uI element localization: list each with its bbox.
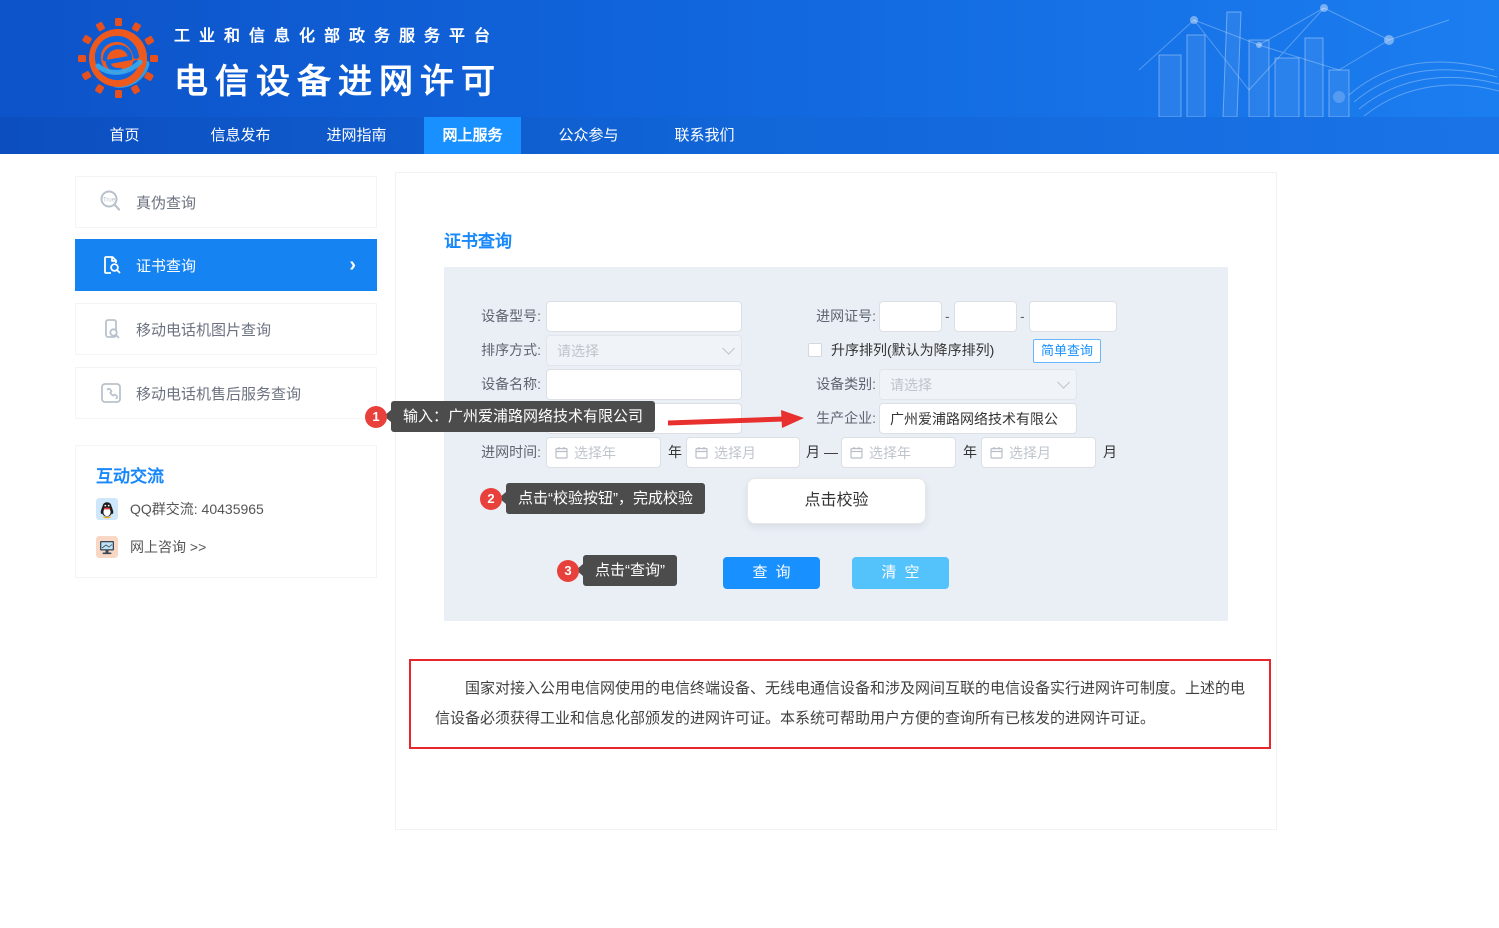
page: 工业和信息化部政务服务平台 电信设备进网许可 [0, 0, 1499, 928]
manufacturer-input[interactable] [879, 403, 1077, 434]
sidebar-item-certificate-query[interactable]: 证书查询 › [75, 239, 377, 291]
device-model-label: 设备型号: [444, 301, 541, 332]
nav-item-contact[interactable]: 联系我们 [656, 117, 753, 154]
start-month-picker[interactable]: 选择月 [686, 437, 800, 468]
end-month-placeholder: 选择月 [1009, 443, 1051, 463]
header-titles: 工业和信息化部政务服务平台 电信设备进网许可 [174, 22, 502, 103]
step-1-tooltip: 输入：广州爱浦路网络技术有限公司 [391, 401, 655, 432]
license-no-part2-input[interactable] [954, 301, 1017, 332]
device-type-placeholder: 请选择 [890, 375, 1057, 395]
header-skyline-decoration [1099, 0, 1499, 117]
license-notice-text: 国家对接入公用电信网使用的电信终端设备、无线电通信设备和涉及网间互联的电信设备实… [409, 659, 1271, 749]
chevron-right-icon: › [349, 255, 356, 275]
license-no-part3-input[interactable] [1029, 301, 1117, 332]
start-year-placeholder: 选择年 [574, 443, 616, 463]
calendar-icon [695, 446, 708, 459]
step-1-arrow-icon [664, 404, 806, 434]
form-title: 证书查询 [444, 227, 512, 252]
online-consult-link[interactable]: 网上咨询 >> [96, 536, 206, 558]
site-logo-icon [78, 18, 158, 98]
interaction-panel: 互动交流 QQ群交流: 40435965 [75, 445, 377, 578]
sidebar-item-phone-image-query[interactable]: 移动电话机图片查询 [75, 303, 377, 355]
device-model-input[interactable] [546, 301, 742, 332]
sidebar-item-label: 真伪查询 [136, 192, 196, 213]
ascending-checkbox[interactable] [808, 343, 822, 357]
online-consult-label: 网上咨询 >> [130, 537, 206, 557]
range-dash: — [824, 437, 838, 468]
sort-select[interactable]: 请选择 [546, 335, 742, 366]
step-2-badge: 2 [480, 488, 502, 510]
license-no-part1-input[interactable] [879, 301, 942, 332]
calendar-icon [990, 446, 1003, 459]
end-year-picker[interactable]: 选择年 [841, 437, 956, 468]
month-suffix: 月 [1103, 437, 1117, 468]
step-1-badge: 1 [365, 406, 387, 428]
nav-item-public[interactable]: 公众参与 [540, 117, 637, 154]
chevron-down-icon [722, 342, 735, 355]
qq-icon [96, 498, 118, 520]
year-suffix: 年 [963, 437, 977, 468]
device-type-select[interactable]: 请选择 [879, 369, 1077, 400]
sidebar-item-label: 证书查询 [136, 255, 196, 276]
network-date-label: 进网时间: [444, 437, 541, 468]
step-3-badge: 3 [557, 560, 579, 582]
interaction-title: 互动交流 [96, 462, 164, 487]
end-year-placeholder: 选择年 [869, 443, 911, 463]
header-banner: 工业和信息化部政务服务平台 电信设备进网许可 [0, 0, 1499, 117]
captcha-verify-button[interactable]: 点击校验 [747, 478, 926, 524]
cert-search-icon [98, 252, 124, 278]
calendar-icon [555, 446, 568, 459]
clear-button[interactable]: 清空 [852, 557, 949, 589]
nav-item-home[interactable]: 首页 [76, 117, 173, 154]
year-suffix: 年 [668, 437, 682, 468]
month-suffix: 月 [806, 437, 820, 468]
sidebar-item-label: 移动电话机售后服务查询 [136, 383, 301, 404]
sidebar-item-phone-service-query[interactable]: 移动电话机售后服务查询 [75, 367, 377, 419]
platform-title: 工业和信息化部政务服务平台 [174, 22, 502, 46]
calendar-icon [850, 446, 863, 459]
monitor-icon [96, 536, 118, 558]
ascending-label: 升序排列(默认为降序排列) [831, 335, 994, 366]
end-month-picker[interactable]: 选择月 [981, 437, 1096, 468]
start-month-placeholder: 选择月 [714, 443, 756, 463]
qq-group-link[interactable]: QQ群交流: 40435965 [96, 498, 264, 520]
license-dash: - [1020, 301, 1025, 332]
main-nav: 首页 信息发布 进网指南 网上服务 公众参与 联系我们 [0, 117, 1499, 154]
sidebar-item-authenticity-query[interactable]: True 真伪查询 [75, 176, 377, 228]
svg-text:True: True [103, 198, 116, 204]
query-button[interactable]: 查询 [723, 557, 820, 589]
phone-service-icon [98, 380, 124, 406]
sort-select-placeholder: 请选择 [557, 341, 722, 361]
device-type-label: 设备类别: [786, 369, 876, 400]
phone-image-search-icon [98, 316, 124, 342]
qq-group-label: QQ群交流: 40435965 [130, 499, 264, 519]
true-search-icon: True [98, 189, 124, 215]
sidebar-item-label: 移动电话机图片查询 [136, 319, 271, 340]
nav-item-guide[interactable]: 进网指南 [308, 117, 405, 154]
sort-label: 排序方式: [444, 335, 541, 366]
site-title: 电信设备进网许可 [174, 54, 502, 103]
step-2-tooltip: 点击“校验按钮”，完成校验 [506, 483, 705, 514]
license-no-label: 进网证号: [786, 301, 876, 332]
step-3-tooltip: 点击“查询” [583, 555, 677, 586]
device-name-label: 设备名称: [444, 369, 541, 400]
license-dash: - [945, 301, 950, 332]
start-year-picker[interactable]: 选择年 [546, 437, 661, 468]
nav-item-online-services[interactable]: 网上服务 [424, 117, 521, 154]
nav-item-news[interactable]: 信息发布 [192, 117, 289, 154]
chevron-down-icon [1057, 376, 1070, 389]
device-name-input[interactable] [546, 369, 742, 400]
simple-query-button[interactable]: 简单查询 [1033, 339, 1101, 363]
